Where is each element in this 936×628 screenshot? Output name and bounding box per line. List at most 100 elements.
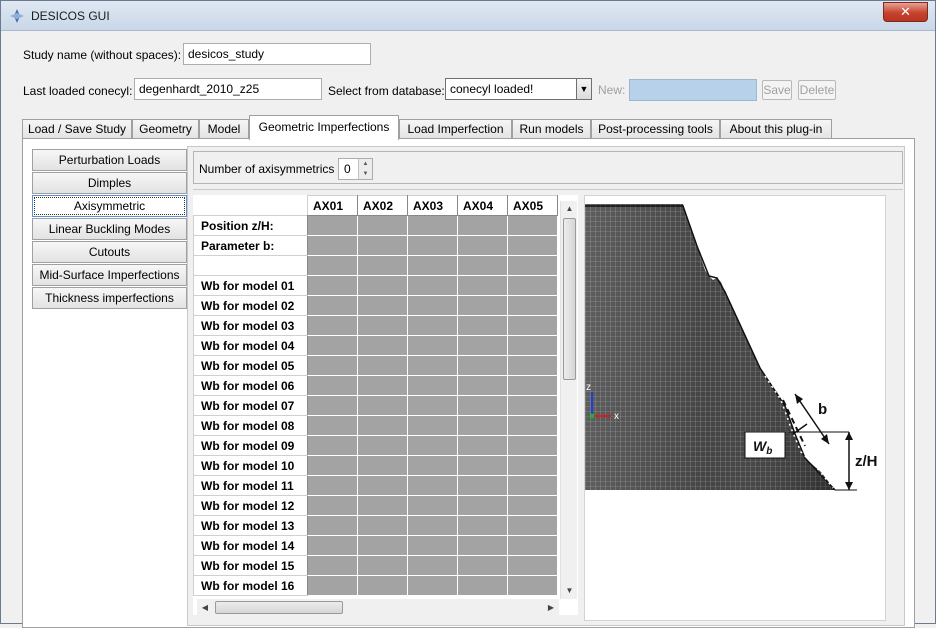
table-cell[interactable]: [357, 355, 408, 376]
table-cell[interactable]: [507, 295, 558, 316]
horizontal-scroll-thumb[interactable]: [215, 601, 343, 614]
spin-down-icon[interactable]: ▼: [358, 169, 372, 179]
table-cell[interactable]: [457, 475, 508, 496]
sidebar-item-axisymmetric[interactable]: Axisymmetric: [32, 195, 187, 217]
sidebar-item-cutouts[interactable]: Cutouts: [32, 241, 187, 263]
table-cell[interactable]: [507, 555, 558, 576]
table-cell[interactable]: [357, 295, 408, 316]
tab-post-processing[interactable]: Post-processing tools: [591, 119, 720, 140]
table-cell[interactable]: [507, 475, 558, 496]
table-cell[interactable]: [357, 475, 408, 496]
table-cell[interactable]: [507, 575, 558, 596]
table-cell[interactable]: [457, 435, 508, 456]
table-cell[interactable]: [407, 315, 458, 336]
table-cell[interactable]: [357, 275, 408, 296]
table-cell[interactable]: [407, 255, 458, 276]
table-cell[interactable]: [407, 475, 458, 496]
table-cell[interactable]: [407, 335, 458, 356]
table-cell[interactable]: [407, 535, 458, 556]
table-cell[interactable]: [507, 415, 558, 436]
table-cell[interactable]: [357, 515, 408, 536]
table-cell[interactable]: [457, 235, 508, 256]
table-cell[interactable]: [457, 415, 508, 436]
table-cell[interactable]: [307, 275, 358, 296]
table-cell[interactable]: [457, 555, 508, 576]
table-cell[interactable]: [357, 555, 408, 576]
table-cell[interactable]: [457, 395, 508, 416]
table-cell[interactable]: [307, 335, 358, 356]
table-cell[interactable]: [357, 375, 408, 396]
new-conecyl-input[interactable]: [629, 79, 757, 101]
table-cell[interactable]: [307, 455, 358, 476]
table-cell[interactable]: [407, 495, 458, 516]
sidebar-item-thickness[interactable]: Thickness imperfections: [32, 287, 187, 309]
table-cell[interactable]: [507, 515, 558, 536]
table-cell[interactable]: [507, 355, 558, 376]
table-cell[interactable]: [307, 315, 358, 336]
table-cell[interactable]: [507, 455, 558, 476]
table-cell[interactable]: [307, 475, 358, 496]
table-cell[interactable]: [357, 255, 408, 276]
table-cell[interactable]: [507, 335, 558, 356]
table-cell[interactable]: [307, 555, 358, 576]
table-cell[interactable]: [357, 455, 408, 476]
tab-geometry[interactable]: Geometry: [132, 119, 199, 140]
table-cell[interactable]: [507, 275, 558, 296]
tab-load-save[interactable]: Load / Save Study: [22, 119, 132, 140]
scroll-up-icon[interactable]: ▲: [561, 201, 578, 217]
table-cell[interactable]: [407, 275, 458, 296]
table-cell[interactable]: [407, 515, 458, 536]
table-cell[interactable]: [407, 435, 458, 456]
chevron-down-icon[interactable]: ▼: [576, 79, 591, 99]
table-cell[interactable]: [357, 535, 408, 556]
table-cell[interactable]: [507, 215, 558, 236]
table-cell[interactable]: [407, 375, 458, 396]
save-button[interactable]: Save: [762, 80, 792, 100]
table-cell[interactable]: [457, 215, 508, 236]
table-cell[interactable]: [307, 255, 358, 276]
table-cell[interactable]: [507, 535, 558, 556]
table-cell[interactable]: [307, 395, 358, 416]
tab-model[interactable]: Model: [199, 119, 249, 140]
table-cell[interactable]: [357, 395, 408, 416]
table-cell[interactable]: [507, 255, 558, 276]
table-cell[interactable]: [407, 555, 458, 576]
table-cell[interactable]: [507, 375, 558, 396]
table-cell[interactable]: [307, 295, 358, 316]
table-cell[interactable]: [307, 535, 358, 556]
table-cell[interactable]: [307, 215, 358, 236]
table-cell[interactable]: [407, 355, 458, 376]
vertical-scroll-thumb[interactable]: [563, 218, 576, 380]
table-cell[interactable]: [457, 275, 508, 296]
study-name-input[interactable]: desicos_study: [183, 43, 371, 65]
table-cell[interactable]: [407, 395, 458, 416]
scroll-left-icon[interactable]: ◀: [197, 599, 213, 616]
table-cell[interactable]: [457, 375, 508, 396]
table-cell[interactable]: [407, 215, 458, 236]
spin-up-icon[interactable]: ▲: [358, 159, 372, 169]
table-cell[interactable]: [457, 335, 508, 356]
table-cell[interactable]: [407, 575, 458, 596]
last-conecyl-input[interactable]: degenhardt_2010_z25: [134, 78, 322, 100]
table-cell[interactable]: [307, 235, 358, 256]
table-cell[interactable]: [457, 495, 508, 516]
table-cell[interactable]: [507, 395, 558, 416]
table-cell[interactable]: [307, 575, 358, 596]
table-cell[interactable]: [507, 315, 558, 336]
table-cell[interactable]: [507, 235, 558, 256]
axisymmetric-count-stepper[interactable]: 0 ▲ ▼: [338, 158, 373, 180]
database-select[interactable]: conecyl loaded! ▼: [445, 78, 592, 100]
tab-geometric-imperfections[interactable]: Geometric Imperfections: [249, 115, 399, 140]
table-cell[interactable]: [357, 315, 408, 336]
table-cell[interactable]: [457, 355, 508, 376]
tab-load-imperfection[interactable]: Load Imperfection: [399, 119, 512, 140]
table-cell[interactable]: [307, 515, 358, 536]
table-cell[interactable]: [407, 455, 458, 476]
table-cell[interactable]: [457, 575, 508, 596]
table-cell[interactable]: [457, 515, 508, 536]
table-cell[interactable]: [357, 495, 408, 516]
table-cell[interactable]: [507, 435, 558, 456]
table-vertical-scrollbar[interactable]: ▲ ▼: [560, 201, 577, 599]
table-cell[interactable]: [307, 355, 358, 376]
table-cell[interactable]: [357, 575, 408, 596]
